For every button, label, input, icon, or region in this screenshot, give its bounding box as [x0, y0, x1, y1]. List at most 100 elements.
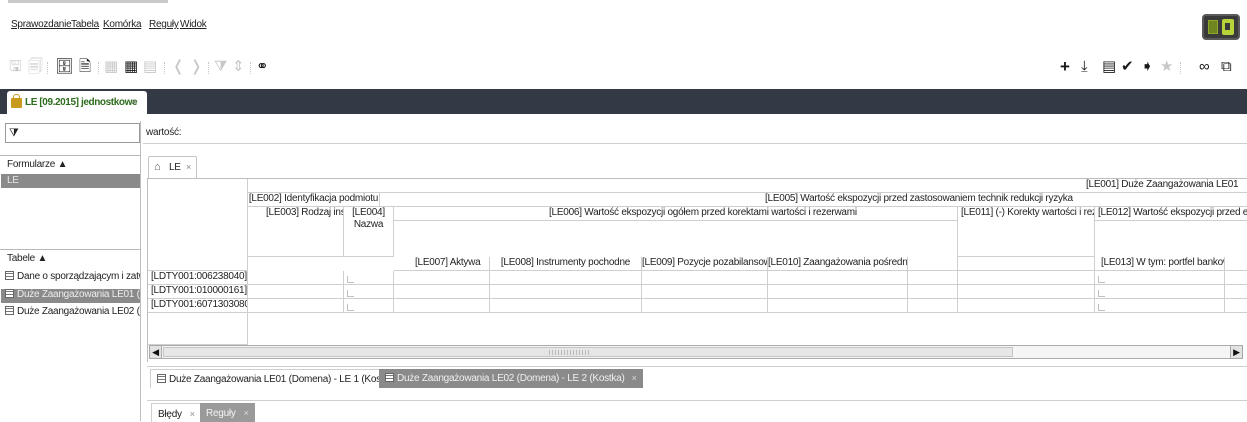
- grid-cell[interactable]: [490, 271, 642, 285]
- grid-cell[interactable]: [490, 299, 642, 313]
- document-tab[interactable]: LE [09.2015] jednostkowe ×: [7, 91, 147, 114]
- grid-icon[interactable]: ▦: [124, 59, 138, 75]
- scrollbar-thumb[interactable]: [163, 347, 1013, 357]
- grid-cell[interactable]: [1095, 299, 1225, 313]
- grid-cell[interactable]: [344, 271, 394, 285]
- tables-section-header[interactable]: Tabele ▲: [0, 249, 141, 266]
- sheet-tab-le01[interactable]: Duże Zaangażowania LE01 (Domena) - LE 1 …: [150, 369, 416, 388]
- menu-tabela[interactable]: Tabela: [71, 19, 99, 30]
- table-item-le02[interactable]: Duże Zaangażowania LE02 (Domena): [5, 306, 140, 320]
- grid-cell[interactable]: [344, 285, 394, 299]
- forms-section-header[interactable]: Formularze ▲: [0, 155, 141, 172]
- header-le007[interactable]: [LE007] Aktywa: [394, 257, 490, 271]
- horizontal-scrollbar[interactable]: ◀ ▶: [149, 345, 1243, 359]
- close-icon[interactable]: ×: [190, 409, 195, 419]
- grid-cell[interactable]: [394, 271, 490, 285]
- table-icon[interactable]: ▤: [143, 59, 157, 75]
- scroll-right-arrow-icon[interactable]: ▶: [1230, 346, 1242, 358]
- binoculars-icon[interactable]: ⚭: [256, 59, 269, 75]
- save-all-icon[interactable]: 🗐: [28, 59, 43, 75]
- table-item-label: Duże Zaangażowania LE02 (Domena): [17, 306, 140, 317]
- grid-cell[interactable]: [642, 285, 768, 299]
- close-icon[interactable]: ×: [131, 97, 136, 107]
- scroll-left-arrow-icon[interactable]: ◀: [150, 346, 162, 358]
- star-icon[interactable]: ★: [1160, 59, 1173, 75]
- row-header[interactable]: [LDTY001:6071303080] 607...: [148, 299, 248, 313]
- menu-sprawozdanie[interactable]: Sprawozdanie: [11, 19, 72, 30]
- grid-cell[interactable]: [958, 285, 1095, 299]
- menu-widok[interactable]: Widok: [180, 19, 207, 30]
- undo-icon[interactable]: ❬: [172, 59, 185, 75]
- header-le010[interactable]: [LE010] Zaangażowania pośrednie: [768, 257, 908, 271]
- filter-icon[interactable]: ⧩: [214, 59, 227, 75]
- grid-cell[interactable]: [768, 271, 908, 285]
- header-le004[interactable]: [LE004] Nazwa: [344, 207, 394, 257]
- grid-cell[interactable]: [1225, 271, 1247, 285]
- grid-cell[interactable]: [248, 299, 344, 313]
- header-le008[interactable]: [LE008] Instrumenty pochodne: [490, 257, 642, 271]
- tab-reguly[interactable]: Reguły ×: [200, 403, 255, 422]
- tables-header-label: Tabele ▲: [7, 253, 48, 264]
- row-header[interactable]: [LDTY001:010000161] 0100...: [148, 285, 248, 299]
- save-icon[interactable]: 🖫: [9, 59, 22, 75]
- header-le011[interactable]: [LE011] (-) Korekty wartości i rezerwy: [958, 207, 1095, 257]
- form-item-le[interactable]: LE: [1, 174, 140, 188]
- grid-cell[interactable]: [394, 299, 490, 313]
- table-item-dane[interactable]: Dane o sporządzającym i zatwierdzającym: [5, 271, 140, 285]
- grid-cell[interactable]: [248, 285, 344, 299]
- header-blank: [908, 257, 958, 271]
- export-icon[interactable]: ⧉: [1221, 59, 1232, 75]
- header-le006[interactable]: [LE006] Wartość ekspozycji ogółem przed …: [394, 207, 958, 221]
- menu-komorka[interactable]: Komórka: [103, 19, 142, 30]
- header-le002[interactable]: [LE002] Identyfikacja podmiotu: [248, 193, 380, 207]
- grid-cell[interactable]: [768, 285, 908, 299]
- table-item-le01[interactable]: Duże Zaangażowania LE01 (Domena): [1, 289, 140, 303]
- check-icon[interactable]: ✔: [1121, 59, 1134, 75]
- grid-cell[interactable]: [908, 299, 958, 313]
- menu-reguly[interactable]: Reguły: [149, 19, 179, 30]
- calculator-icon[interactable]: ▤: [1102, 59, 1116, 75]
- add-icon[interactable]: +: [1060, 58, 1070, 75]
- link-icon[interactable]: ∞: [1199, 59, 1210, 75]
- redo-icon[interactable]: ❭: [190, 59, 203, 75]
- grid-cell[interactable]: [248, 271, 344, 285]
- grid-cell[interactable]: [908, 271, 958, 285]
- header-le012[interactable]: [LE012] Wartość ekspozycji przed efektem: [1095, 207, 1247, 221]
- close-icon[interactable]: ×: [244, 408, 249, 418]
- table-small-icon[interactable]: ▦: [104, 59, 118, 75]
- grid-cell[interactable]: [490, 285, 642, 299]
- table-item-label: Duże Zaangażowania LE01 (Domena): [17, 289, 140, 300]
- filter-input[interactable]: ⧩: [5, 123, 140, 143]
- grid-cell[interactable]: [1095, 271, 1225, 285]
- grid-cell[interactable]: [642, 271, 768, 285]
- document-tab-bar: [0, 89, 1247, 114]
- grid-cell[interactable]: [1225, 299, 1247, 313]
- grid-cell[interactable]: [344, 299, 394, 313]
- grid-cell[interactable]: [1225, 285, 1247, 299]
- header-le003[interactable]: [LE003] Rodzaj instytucji: [248, 207, 344, 257]
- form-tab-le[interactable]: ⌂ LE ×: [148, 156, 197, 178]
- sheet-tab-label: Duże Zaangażowania LE01 (Domena) - LE 1 …: [169, 374, 397, 385]
- grid-cell[interactable]: [642, 299, 768, 313]
- grid-cell[interactable]: [394, 285, 490, 299]
- header-le005[interactable]: [LE005] Wartość ekspozycji przed zastoso…: [380, 193, 1247, 207]
- grid-cell[interactable]: [958, 271, 1095, 285]
- download-icon[interactable]: ⤓: [1081, 59, 1088, 75]
- grid-cell[interactable]: [958, 299, 1095, 313]
- close-icon[interactable]: ×: [186, 162, 191, 172]
- header-le013[interactable]: [LE013] W tym: portfel bankowy: [1095, 257, 1225, 271]
- value-bar[interactable]: wartość:: [143, 121, 1247, 144]
- grid-cell[interactable]: [908, 285, 958, 299]
- close-icon[interactable]: ×: [632, 373, 637, 383]
- grid-cell[interactable]: [768, 299, 908, 313]
- document-search-icon[interactable]: 🗎: [79, 59, 91, 75]
- tag-icon[interactable]: ➧: [1141, 59, 1154, 75]
- tab-bledy[interactable]: Błędy ×: [151, 403, 202, 422]
- sheet-tab-le02[interactable]: Duże Zaangażowania LE02 (Domena) - LE 2 …: [379, 369, 643, 388]
- header-le009[interactable]: [LE009] Pozycje pozabilansowe: [642, 257, 768, 271]
- database-icon[interactable]: 🗄: [55, 59, 74, 75]
- row-header[interactable]: [LDTY001:006238040] 0062...: [148, 271, 248, 285]
- grid-cell[interactable]: [1095, 285, 1225, 299]
- sort-icon[interactable]: ⇕: [232, 59, 245, 75]
- header-le001[interactable]: [LE001] Duże Zaangażowania LE01: [248, 179, 1247, 193]
